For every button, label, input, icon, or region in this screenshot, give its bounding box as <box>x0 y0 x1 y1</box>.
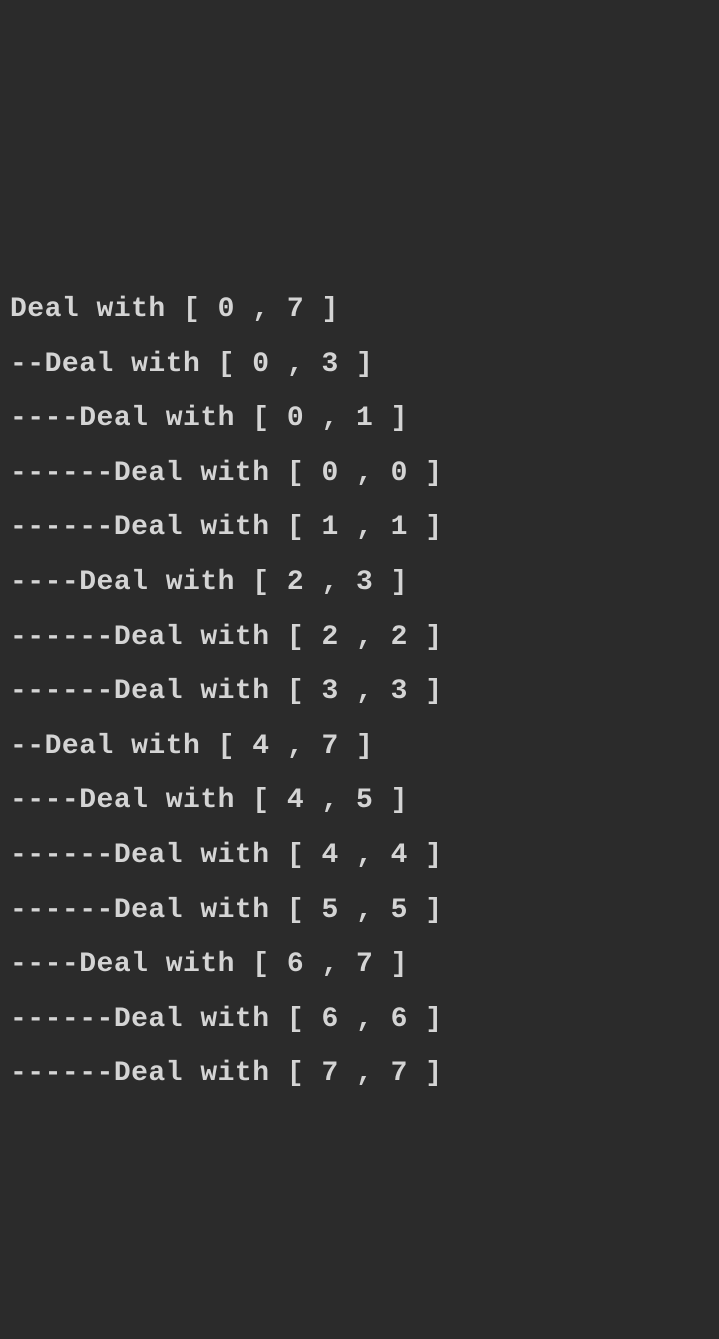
output-line: ------Deal with [ 6 , 6 ] <box>10 993 709 1048</box>
output-line: ------Deal with [ 1 , 1 ] <box>10 501 709 556</box>
output-line: Deal with [ 0 , 7 ] <box>10 283 709 338</box>
output-line: ------Deal with [ 7 , 7 ] <box>10 1047 709 1102</box>
terminal-output: Deal with [ 0 , 7 ]--Deal with [ 0 , 3 ]… <box>10 228 709 1066</box>
output-line: ----Deal with [ 0 , 1 ] <box>10 392 709 447</box>
output-line: ----Deal with [ 4 , 5 ] <box>10 774 709 829</box>
output-line: ----Deal with [ 2 , 3 ] <box>10 556 709 611</box>
output-line: ------Deal with [ 4 , 4 ] <box>10 829 709 884</box>
output-line: ------Deal with [ 5 , 5 ] <box>10 884 709 939</box>
output-line: ------Deal with [ 0 , 0 ] <box>10 447 709 502</box>
output-line: ----Deal with [ 6 , 7 ] <box>10 938 709 993</box>
output-line: --Deal with [ 0 , 3 ] <box>10 338 709 393</box>
output-line: ------Deal with [ 2 , 2 ] <box>10 611 709 666</box>
output-line: --Deal with [ 4 , 7 ] <box>10 720 709 775</box>
output-line: ------Deal with [ 3 , 3 ] <box>10 665 709 720</box>
